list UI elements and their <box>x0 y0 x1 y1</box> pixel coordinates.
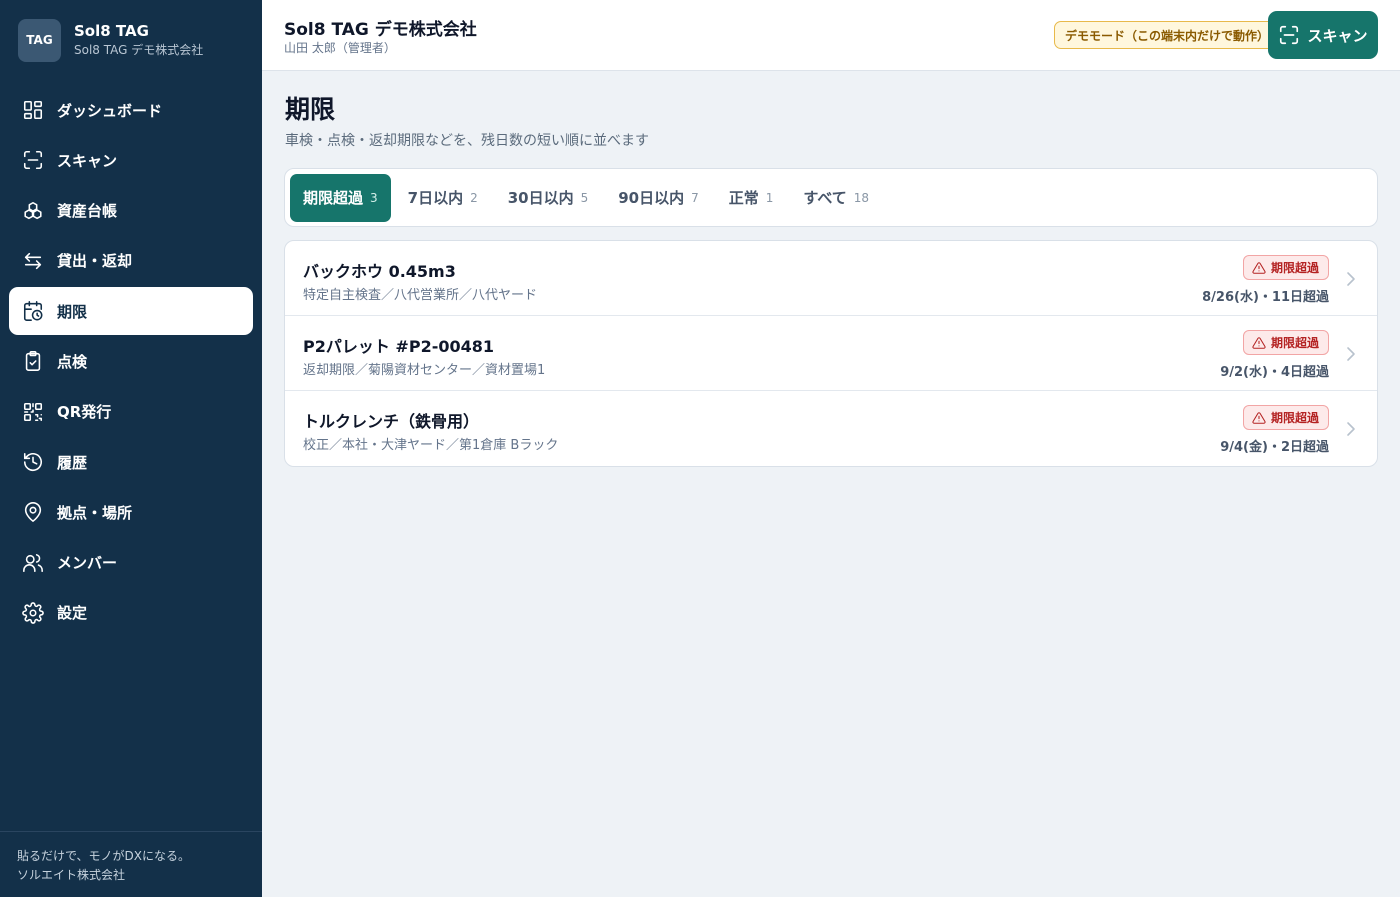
qr-icon <box>22 401 44 423</box>
chevron-right-icon <box>1344 420 1358 438</box>
tab-within-7-days[interactable]: 7日以内 2 <box>395 174 491 222</box>
tab-normal[interactable]: 正常 1 <box>716 174 787 222</box>
organization-title: Sol8 TAG デモ株式会社 <box>284 20 477 40</box>
sidebar-item-label: QR発行 <box>57 403 112 422</box>
sidebar-item-label: 履歴 <box>57 453 88 472</box>
tab-count: 2 <box>470 190 478 205</box>
sidebar-footer: 貼るだけで、モノがDXになる。 ソルエイト株式会社 <box>0 831 262 897</box>
footer-tagline: 貼るだけで、モノがDXになる。 <box>17 849 190 863</box>
item-due-date: 8/26(水)・11日超過 <box>1202 290 1329 305</box>
sidebar-item-label: メンバー <box>57 554 118 573</box>
brand-logo: TAG <box>18 18 61 62</box>
tab-label: すべて <box>803 189 847 207</box>
item-due-date: 9/2(水)・4日超過 <box>1220 365 1329 380</box>
item-title: P2パレット #P2-00481 <box>303 337 495 356</box>
status-badge-label: 期限超過 <box>1270 261 1319 275</box>
sidebar-item-deadlines[interactable]: 期限 <box>9 287 253 336</box>
users-icon <box>22 552 44 574</box>
tab-count: 7 <box>691 190 699 205</box>
sidebar-item-history[interactable]: 履歴 <box>9 438 253 486</box>
sidebar-item-inspection[interactable]: 点検 <box>9 337 253 385</box>
item-title: トルクレンチ（鉄骨用） <box>303 412 480 431</box>
sidebar-item-label: 設定 <box>57 604 88 623</box>
brand: TAG Sol8 TAG Sol8 TAG デモ株式会社 <box>0 0 262 80</box>
sidebar-item-assets[interactable]: 資産台帳 <box>9 187 253 235</box>
brand-subtitle: Sol8 TAG デモ株式会社 <box>74 43 204 57</box>
page-description: 車検・点検・返却期限などを、残日数の短い順に並べます <box>285 133 649 149</box>
history-icon <box>22 451 44 473</box>
clipboard-check-icon <box>22 350 44 372</box>
item-subtitle: 校正／本社・大津ヤード／第1倉庫 Bラック <box>303 438 559 453</box>
list-item[interactable]: バックホウ 0.45m3 特定自主検査／八代営業所／八代ヤード 期限超過 8/2… <box>285 241 1377 316</box>
item-subtitle: 特定自主検査／八代営業所／八代ヤード <box>303 288 538 303</box>
scan-icon <box>22 149 44 171</box>
item-title: バックホウ 0.45m3 <box>303 262 456 281</box>
gear-icon <box>22 602 44 624</box>
sidebar-item-settings[interactable]: 設定 <box>9 589 253 637</box>
swap-icon <box>22 250 44 272</box>
list-item[interactable]: トルクレンチ（鉄骨用） 校正／本社・大津ヤード／第1倉庫 Bラック 期限超過 9… <box>285 391 1377 466</box>
sidebar-item-label: スキャン <box>57 151 118 170</box>
sidebar-nav: ダッシュボード スキャン 資産台帳 貸出・返却 期限 点検 QR発行 履歴 拠点… <box>9 86 253 639</box>
tab-all[interactable]: すべて 18 <box>790 174 882 222</box>
calendar-clock-icon <box>22 300 44 322</box>
tab-label: 30日以内 <box>507 189 574 207</box>
tab-label: 正常 <box>728 189 759 207</box>
sidebar-item-label: 期限 <box>57 302 88 321</box>
scan-button[interactable]: スキャン <box>1268 11 1378 59</box>
status-badge: 期限超過 <box>1242 255 1329 280</box>
sidebar-item-locations[interactable]: 拠点・場所 <box>9 488 253 536</box>
scan-button-label: スキャン <box>1307 26 1368 45</box>
top-header: Sol8 TAG デモ株式会社 山田 太郎（管理者） デモモード（この端末内だけ… <box>262 0 1400 71</box>
sidebar-item-label: 点検 <box>57 352 88 371</box>
footer-company: ソルエイト株式会社 <box>17 868 126 882</box>
deadline-list: バックホウ 0.45m3 特定自主検査／八代営業所／八代ヤード 期限超過 8/2… <box>284 240 1378 467</box>
boxes-icon <box>22 200 44 222</box>
warning-icon <box>1252 261 1266 274</box>
sidebar-item-lending[interactable]: 貸出・返却 <box>9 237 253 285</box>
sidebar-item-scan[interactable]: スキャン <box>9 136 253 184</box>
sidebar-item-label: 貸出・返却 <box>57 252 133 271</box>
demo-mode-badge: デモモード（この端末内だけで動作） <box>1054 21 1281 49</box>
sidebar-item-qr[interactable]: QR発行 <box>9 388 253 436</box>
status-badge: 期限超過 <box>1242 330 1329 355</box>
tab-count: 3 <box>370 190 378 205</box>
warning-icon <box>1252 336 1266 349</box>
warning-icon <box>1252 411 1266 424</box>
tab-count: 1 <box>765 190 774 205</box>
deadline-filter-tabs: 期限超過 3 7日以内 2 30日以内 5 90日以内 7 正常 1 すべて 18 <box>284 168 1378 227</box>
chevron-right-icon <box>1344 345 1358 363</box>
tab-within-30-days[interactable]: 30日以内 5 <box>495 174 602 222</box>
chevron-right-icon <box>1344 270 1358 288</box>
tab-label: 7日以内 <box>407 189 464 207</box>
sidebar-item-members[interactable]: メンバー <box>9 539 253 587</box>
tab-count: 18 <box>853 190 870 205</box>
sidebar-item-dashboard[interactable]: ダッシュボード <box>9 86 253 134</box>
current-user: 山田 太郎（管理者） <box>284 41 396 55</box>
item-subtitle: 返却期限／菊陽資材センター／資材置場1 <box>303 363 546 378</box>
status-badge-label: 期限超過 <box>1270 336 1319 350</box>
item-due-date: 9/4(金)・2日超過 <box>1220 440 1329 455</box>
tab-count: 5 <box>580 190 589 205</box>
tab-label: 90日以内 <box>618 189 685 207</box>
dashboard-icon <box>22 99 44 121</box>
list-item[interactable]: P2パレット #P2-00481 返却期限／菊陽資材センター／資材置場1 期限超… <box>285 316 1377 391</box>
page-title: 期限 <box>285 95 336 124</box>
scan-icon <box>1280 25 1299 45</box>
sidebar-item-label: 資産台帳 <box>57 202 118 221</box>
status-badge: 期限超過 <box>1242 405 1329 430</box>
brand-name: Sol8 TAG <box>74 22 149 40</box>
tab-label: 期限超過 <box>303 189 364 207</box>
status-badge-label: 期限超過 <box>1270 411 1319 425</box>
map-pin-icon <box>22 501 44 523</box>
sidebar-item-label: 拠点・場所 <box>57 503 133 522</box>
sidebar-item-label: ダッシュボード <box>57 101 163 120</box>
sidebar: TAG Sol8 TAG Sol8 TAG デモ株式会社 ダッシュボード スキャ… <box>0 0 262 897</box>
tab-overdue[interactable]: 期限超過 3 <box>290 173 391 222</box>
tab-within-90-days[interactable]: 90日以内 7 <box>605 174 712 222</box>
